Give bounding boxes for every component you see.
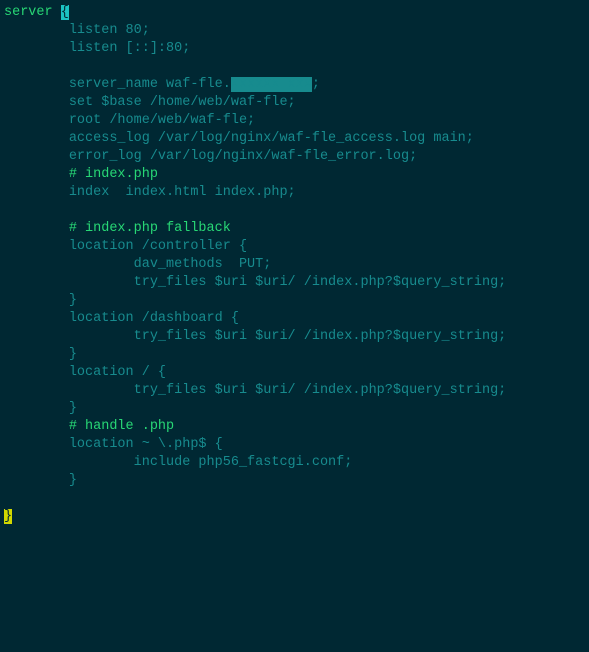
directive-error-log: error_log /var/log/nginx/waf-fle_error.l… <box>69 149 417 164</box>
comment-handle-php: # handle .php <box>69 419 174 434</box>
redacted-domain: xxxxxx xxx <box>231 77 312 92</box>
brace-open-highlight: { <box>61 5 69 20</box>
directive-index: index index.html index.php; <box>69 185 296 200</box>
location-root: location / { <box>69 365 166 380</box>
location-controller: location /controller { <box>69 239 247 254</box>
directive-dav-methods: dav_methods PUT; <box>134 257 272 272</box>
directive-listen-80: listen 80; <box>69 23 150 38</box>
brace-close-dashboard: } <box>69 347 77 362</box>
directive-root: root /home/web/waf-fle; <box>69 113 255 128</box>
brace-close-php: } <box>69 473 77 488</box>
directive-try-files-controller: try_files $uri $uri/ /index.php?$query_s… <box>134 275 507 290</box>
directive-try-files-root: try_files $uri $uri/ /index.php?$query_s… <box>134 383 507 398</box>
comment-index-php: # index.php <box>69 167 158 182</box>
directive-server-name: server_name waf-fle. <box>69 77 231 92</box>
semicolon: ; <box>312 77 320 92</box>
location-php: location ~ \.php$ { <box>69 437 223 452</box>
brace-close-root: } <box>69 401 77 416</box>
keyword-server: server <box>4 5 53 20</box>
directive-set-base: set $base /home/web/waf-fle; <box>69 95 296 110</box>
brace-close-controller: } <box>69 293 77 308</box>
location-dashboard: location /dashboard { <box>69 311 239 326</box>
directive-listen-ipv6: listen [::]:80; <box>69 41 191 56</box>
comment-fallback: # index.php fallback <box>69 221 231 236</box>
directive-include-fastcgi: include php56_fastcgi.conf; <box>134 455 353 470</box>
brace-close-server-highlight: } <box>4 509 12 524</box>
directive-access-log: access_log /var/log/nginx/waf-fle_access… <box>69 131 474 146</box>
directive-try-files-dashboard: try_files $uri $uri/ /index.php?$query_s… <box>134 329 507 344</box>
